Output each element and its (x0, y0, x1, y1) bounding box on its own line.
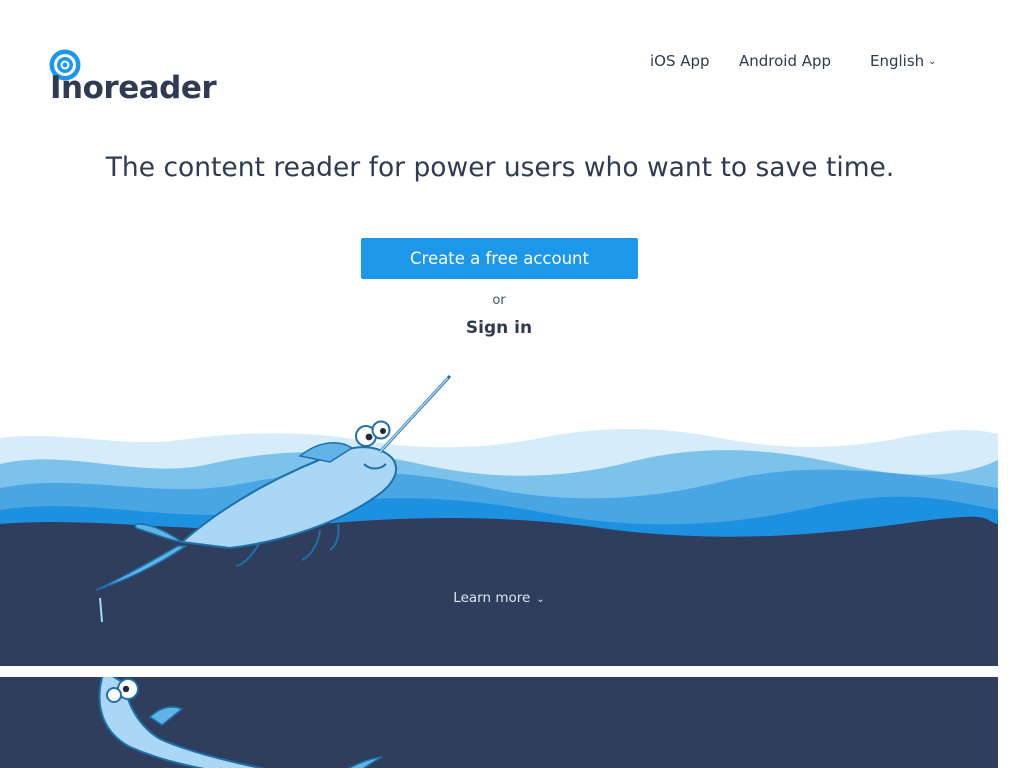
language-selector[interactable]: English ⌄ (870, 52, 937, 70)
hero-tagline: The content reader for power users who w… (105, 152, 895, 183)
nav-android-app-link[interactable]: Android App (739, 52, 831, 70)
sign-in-link[interactable]: Sign in (0, 318, 998, 338)
chevron-down-icon: ⌄ (928, 56, 937, 67)
sea-illustration (0, 374, 998, 666)
language-label: English (870, 52, 925, 70)
swordfish-mascot-2 (98, 677, 383, 768)
brand-logo[interactable]: Inoreader (48, 46, 218, 108)
nav-ios-app-link[interactable]: iOS App (650, 52, 710, 70)
chevron-down-icon: ⌄ (536, 594, 545, 605)
learn-more-link[interactable]: Learn more ⌄ (0, 590, 998, 606)
page-scrollbar[interactable] (998, 0, 1024, 768)
create-account-button[interactable]: Create a free account (361, 238, 638, 279)
brand-name: Inoreader (50, 70, 217, 106)
or-separator: or (492, 293, 506, 308)
features-section (0, 677, 998, 768)
learn-more-label: Learn more (453, 590, 531, 606)
